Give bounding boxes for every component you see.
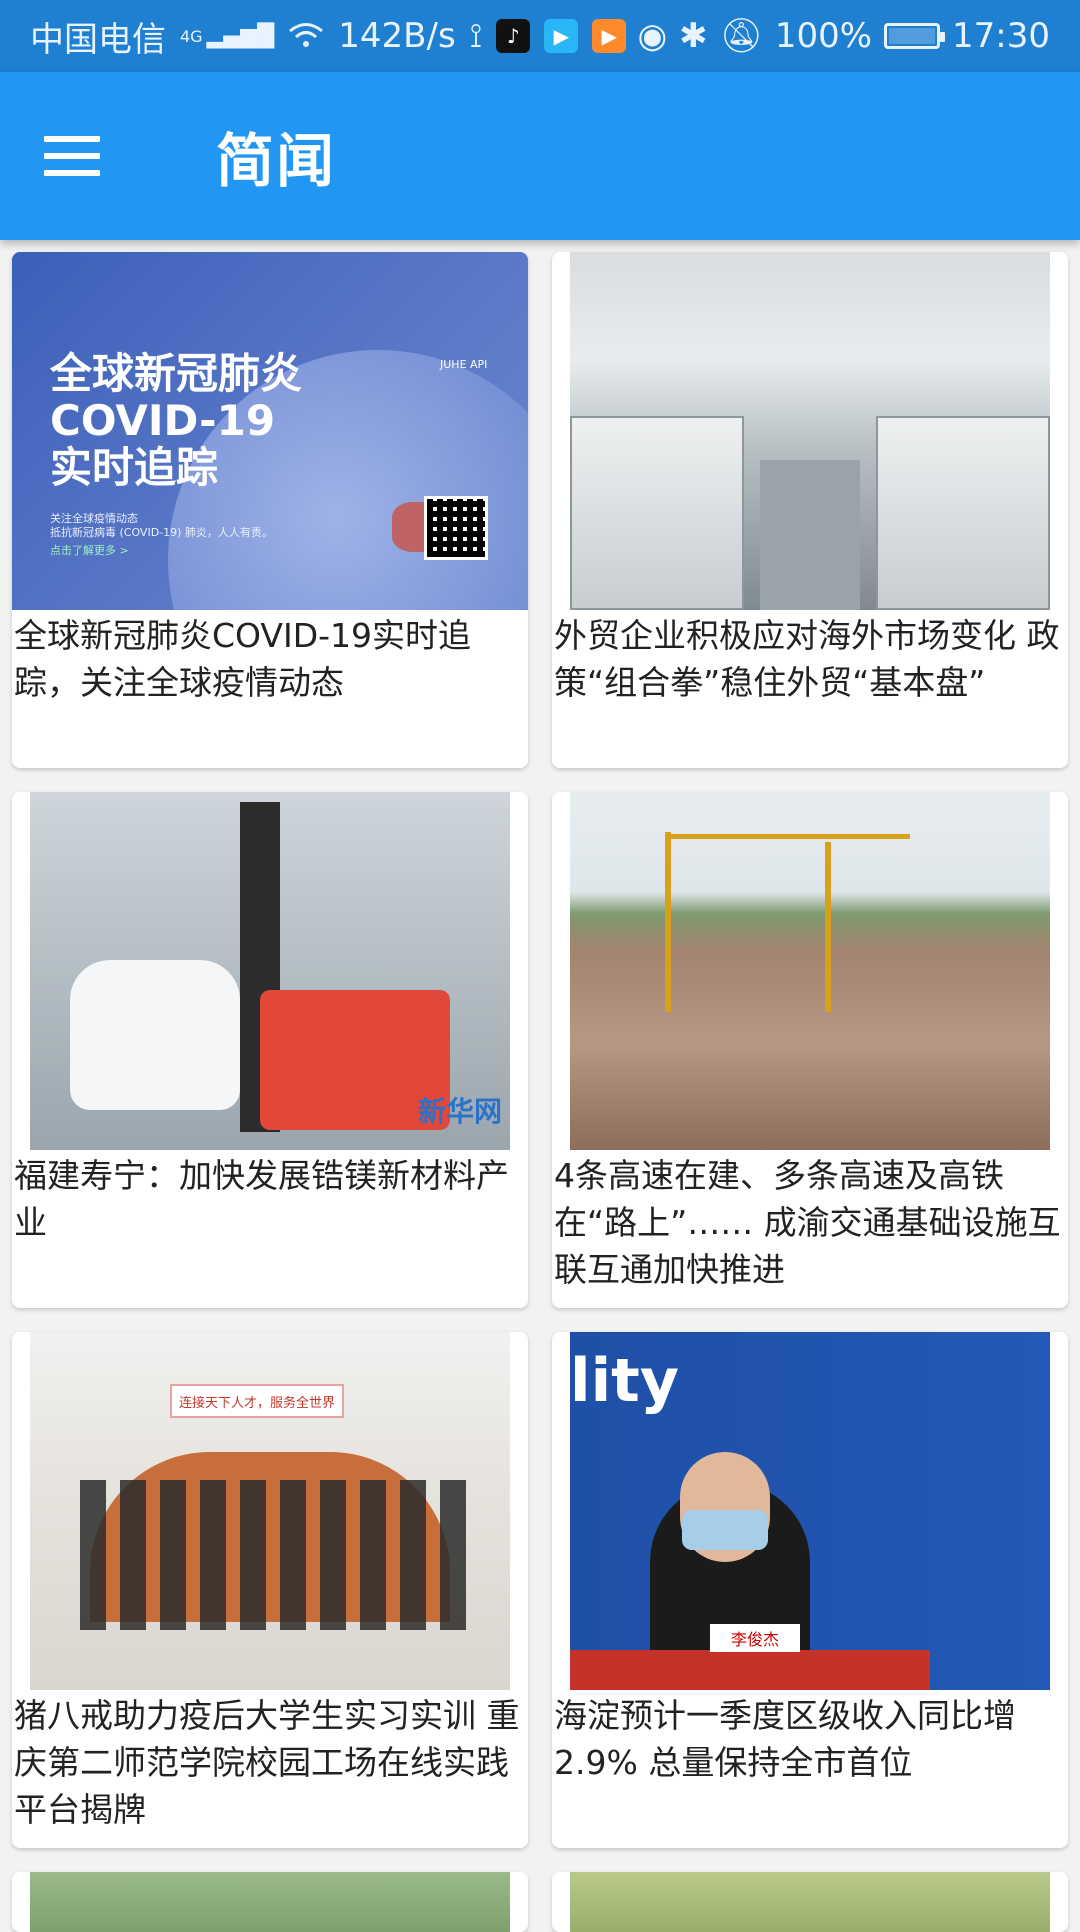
image-link-text: 点击了解更多 > (50, 544, 129, 557)
wifi-icon (288, 22, 324, 50)
news-card[interactable]: 4条高速在建、多条高速及高铁在“路上”…… 成渝交通基础设施互联互通加快推进 (552, 792, 1068, 1308)
news-card[interactable]: 新华网 福建寿宁：加快发展锆镁新材料产业 (12, 792, 528, 1308)
battery-icon (884, 23, 946, 49)
battery-percent: 100% (774, 16, 873, 56)
carrier-label: 中国电信 (30, 19, 166, 60)
news-title: 福建寿宁：加快发展锆镁新材料产业 (14, 1156, 509, 1242)
image-headline: 全球新冠肺炎 COVID-19 实时追踪 (50, 349, 303, 492)
news-image (570, 1872, 1050, 1932)
video-app-icon: ▶ (544, 19, 579, 53)
tiktok-icon: ♪ (496, 19, 531, 53)
news-card[interactable]: lity 李俊杰 海淀预计一季度区级收入同比增2.9% 总量保持全市首位 (552, 1332, 1068, 1848)
clock: 17:30 (952, 16, 1050, 56)
signal-icon: 4G ▂▄▆█ (180, 23, 275, 49)
backdrop-text: lity (570, 1346, 679, 1416)
usb-icon: ⟟ (469, 16, 483, 56)
news-image: 连接天下人才，服务全世界 (30, 1332, 510, 1690)
news-image: lity 李俊杰 (570, 1332, 1050, 1690)
watermark: 新华网 (417, 1095, 502, 1128)
qr-code (424, 496, 488, 560)
app-title: 简闻 (216, 127, 337, 195)
app-bar: 简闻 (0, 72, 1080, 240)
music-app-icon: ▶ (592, 19, 627, 53)
news-card-partial[interactable] (12, 1872, 528, 1932)
status-bar: 中国电信 4G ▂▄▆█ 142B/s ⟟ ♪ ▶ ▶ ◉ ✱ 🔕︎ 100% 1… (0, 0, 1080, 72)
news-title: 全球新冠肺炎COVID-19实时追踪，关注全球疫情动态 (14, 616, 472, 702)
news-title: 外贸企业积极应对海外市场变化 政策“组合拳”稳住外贸“基本盘” (554, 616, 1060, 702)
network-speed: 142B/s (338, 16, 456, 56)
brand-logo: JUHE API (440, 358, 488, 371)
news-title: 猪八戒助力疫后大学生实习实训 重庆第二师范学院校园工场在线实践平台揭牌 (14, 1696, 520, 1829)
news-grid: JUHE API 全球新冠肺炎 COVID-19 实时追踪 关注全球疫情动态 抵… (12, 252, 1068, 1932)
news-image (570, 792, 1050, 1150)
bluetooth-icon: ✱ (679, 16, 708, 56)
menu-icon[interactable] (44, 116, 124, 196)
network-type: 4G (180, 26, 203, 46)
eye-icon: ◉ (637, 16, 668, 56)
mute-icon: 🔕︎ (719, 16, 763, 56)
news-card[interactable]: 连接天下人才，服务全世界 猪八戒助力疫后大学生实习实训 重庆第二师范学院校园工场… (12, 1332, 528, 1848)
news-image: JUHE API 全球新冠肺炎 COVID-19 实时追踪 关注全球疫情动态 抵… (12, 252, 528, 610)
news-title: 海淀预计一季度区级收入同比增2.9% 总量保持全市首位 (554, 1696, 1016, 1782)
news-image (30, 1872, 510, 1932)
news-card[interactable]: 外贸企业积极应对海外市场变化 政策“组合拳”稳住外贸“基本盘” (552, 252, 1068, 768)
image-caption: 关注全球疫情动态 抵抗新冠病毒 (COVID-19) 肺炎，人人有责。 (50, 512, 273, 539)
news-image: 新华网 (30, 792, 510, 1150)
news-card-partial[interactable] (552, 1872, 1068, 1932)
news-image (570, 252, 1050, 610)
nameplate: 李俊杰 (710, 1624, 800, 1652)
news-card[interactable]: JUHE API 全球新冠肺炎 COVID-19 实时追踪 关注全球疫情动态 抵… (12, 252, 528, 768)
banner-sign: 连接天下人才，服务全世界 (170, 1384, 344, 1418)
news-title: 4条高速在建、多条高速及高铁在“路上”…… 成渝交通基础设施互联互通加快推进 (554, 1156, 1061, 1289)
